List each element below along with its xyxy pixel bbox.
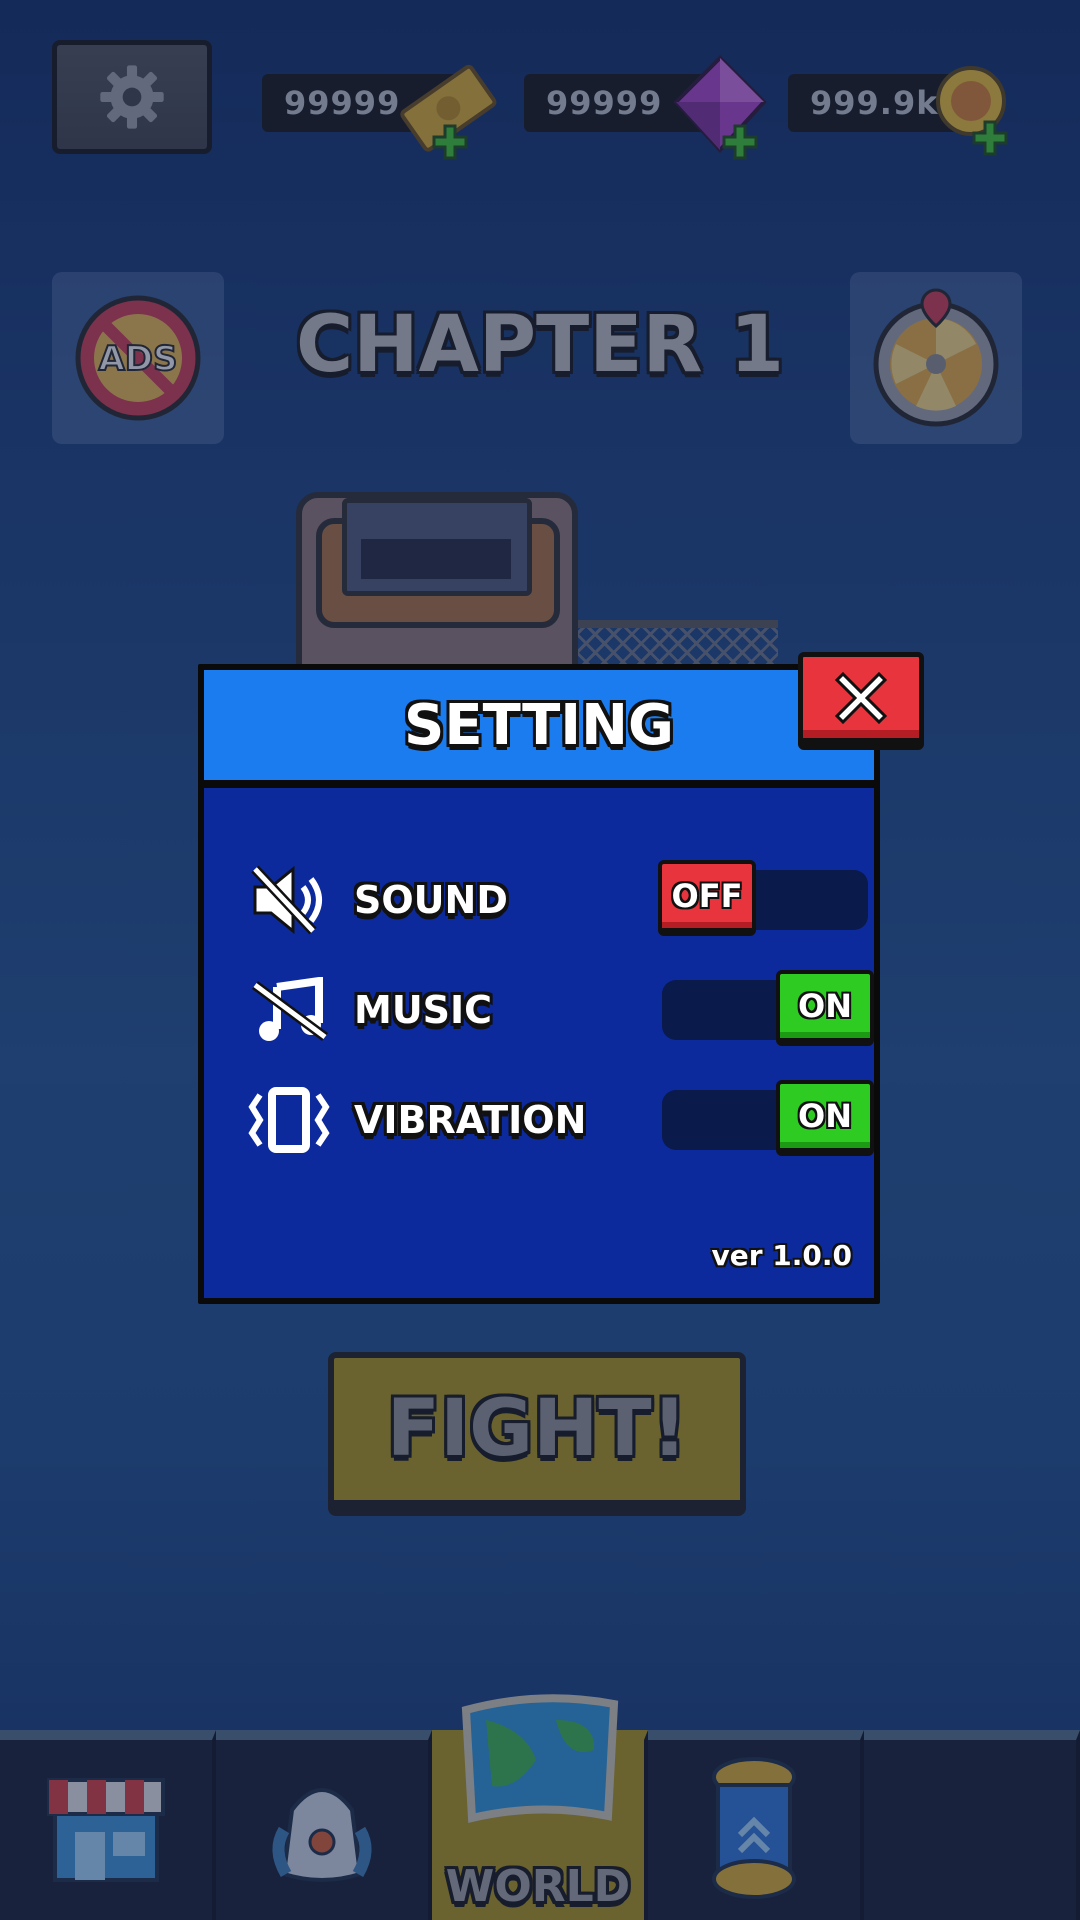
coin-amount: 999.9k	[810, 84, 939, 122]
music-label: MUSIC	[354, 988, 493, 1032]
ticket-amount: 99999	[284, 84, 401, 122]
add-gems-button[interactable]	[722, 124, 758, 160]
sound-label: SOUND	[354, 878, 508, 922]
version-label: ver 1.0.0	[711, 1239, 852, 1272]
nav-world-label: WORLD	[445, 1861, 631, 1912]
music-toggle[interactable]: ON	[662, 970, 874, 1046]
gear-icon	[100, 65, 164, 129]
sound-toggle-state: OFF	[671, 877, 743, 915]
fight-label: FIGHT!	[386, 1384, 688, 1474]
music-row: MUSIC ON	[244, 970, 874, 1050]
sound-toggle[interactable]: OFF	[658, 860, 868, 936]
nav-backpack[interactable]	[216, 1730, 432, 1920]
settings-button[interactable]	[52, 40, 212, 154]
shop-icon	[47, 1778, 165, 1882]
music-muted-icon	[244, 970, 334, 1050]
settings-title: SETTING	[404, 692, 674, 758]
nav-empty-slot	[864, 1730, 1080, 1920]
lucky-wheel-button[interactable]	[850, 272, 1022, 444]
add-coins-button[interactable]	[972, 120, 1008, 156]
music-toggle-knob[interactable]: ON	[776, 970, 874, 1046]
vibration-label: VIBRATION	[354, 1098, 587, 1142]
sound-row: SOUND OFF	[244, 860, 868, 940]
close-icon	[834, 671, 888, 724]
vibration-toggle[interactable]: ON	[662, 1080, 874, 1156]
backpack-icon	[272, 1788, 372, 1882]
nav-upgrade[interactable]	[648, 1730, 864, 1920]
machine-prop	[296, 492, 578, 692]
vibration-row: VIBRATION ON	[244, 1080, 874, 1160]
gem-amount: 99999	[546, 84, 663, 122]
settings-modal: SETTING SOUND OFF MUSIC ON VIBRATION ON …	[198, 664, 880, 1304]
sound-muted-icon	[244, 860, 334, 940]
sound-toggle-knob[interactable]: OFF	[658, 860, 756, 936]
fence-prop	[578, 620, 778, 670]
nav-world[interactable]: WORLD	[432, 1694, 648, 1920]
vibration-toggle-state: ON	[798, 1097, 852, 1135]
add-tickets-button[interactable]	[432, 124, 468, 160]
map-icon	[461, 1694, 619, 1823]
music-toggle-state: ON	[798, 987, 852, 1025]
capsule-icon	[712, 1757, 796, 1899]
nav-shop[interactable]	[0, 1730, 216, 1920]
spin-wheel-icon	[873, 288, 999, 427]
close-button[interactable]	[798, 652, 924, 750]
vibration-icon	[244, 1080, 334, 1160]
machine-lid	[342, 498, 532, 596]
vibration-toggle-knob[interactable]: ON	[776, 1080, 874, 1156]
settings-header: SETTING	[204, 670, 874, 788]
fight-button[interactable]: FIGHT!	[328, 1352, 746, 1516]
bottom-nav: WORLD	[0, 1694, 1080, 1920]
